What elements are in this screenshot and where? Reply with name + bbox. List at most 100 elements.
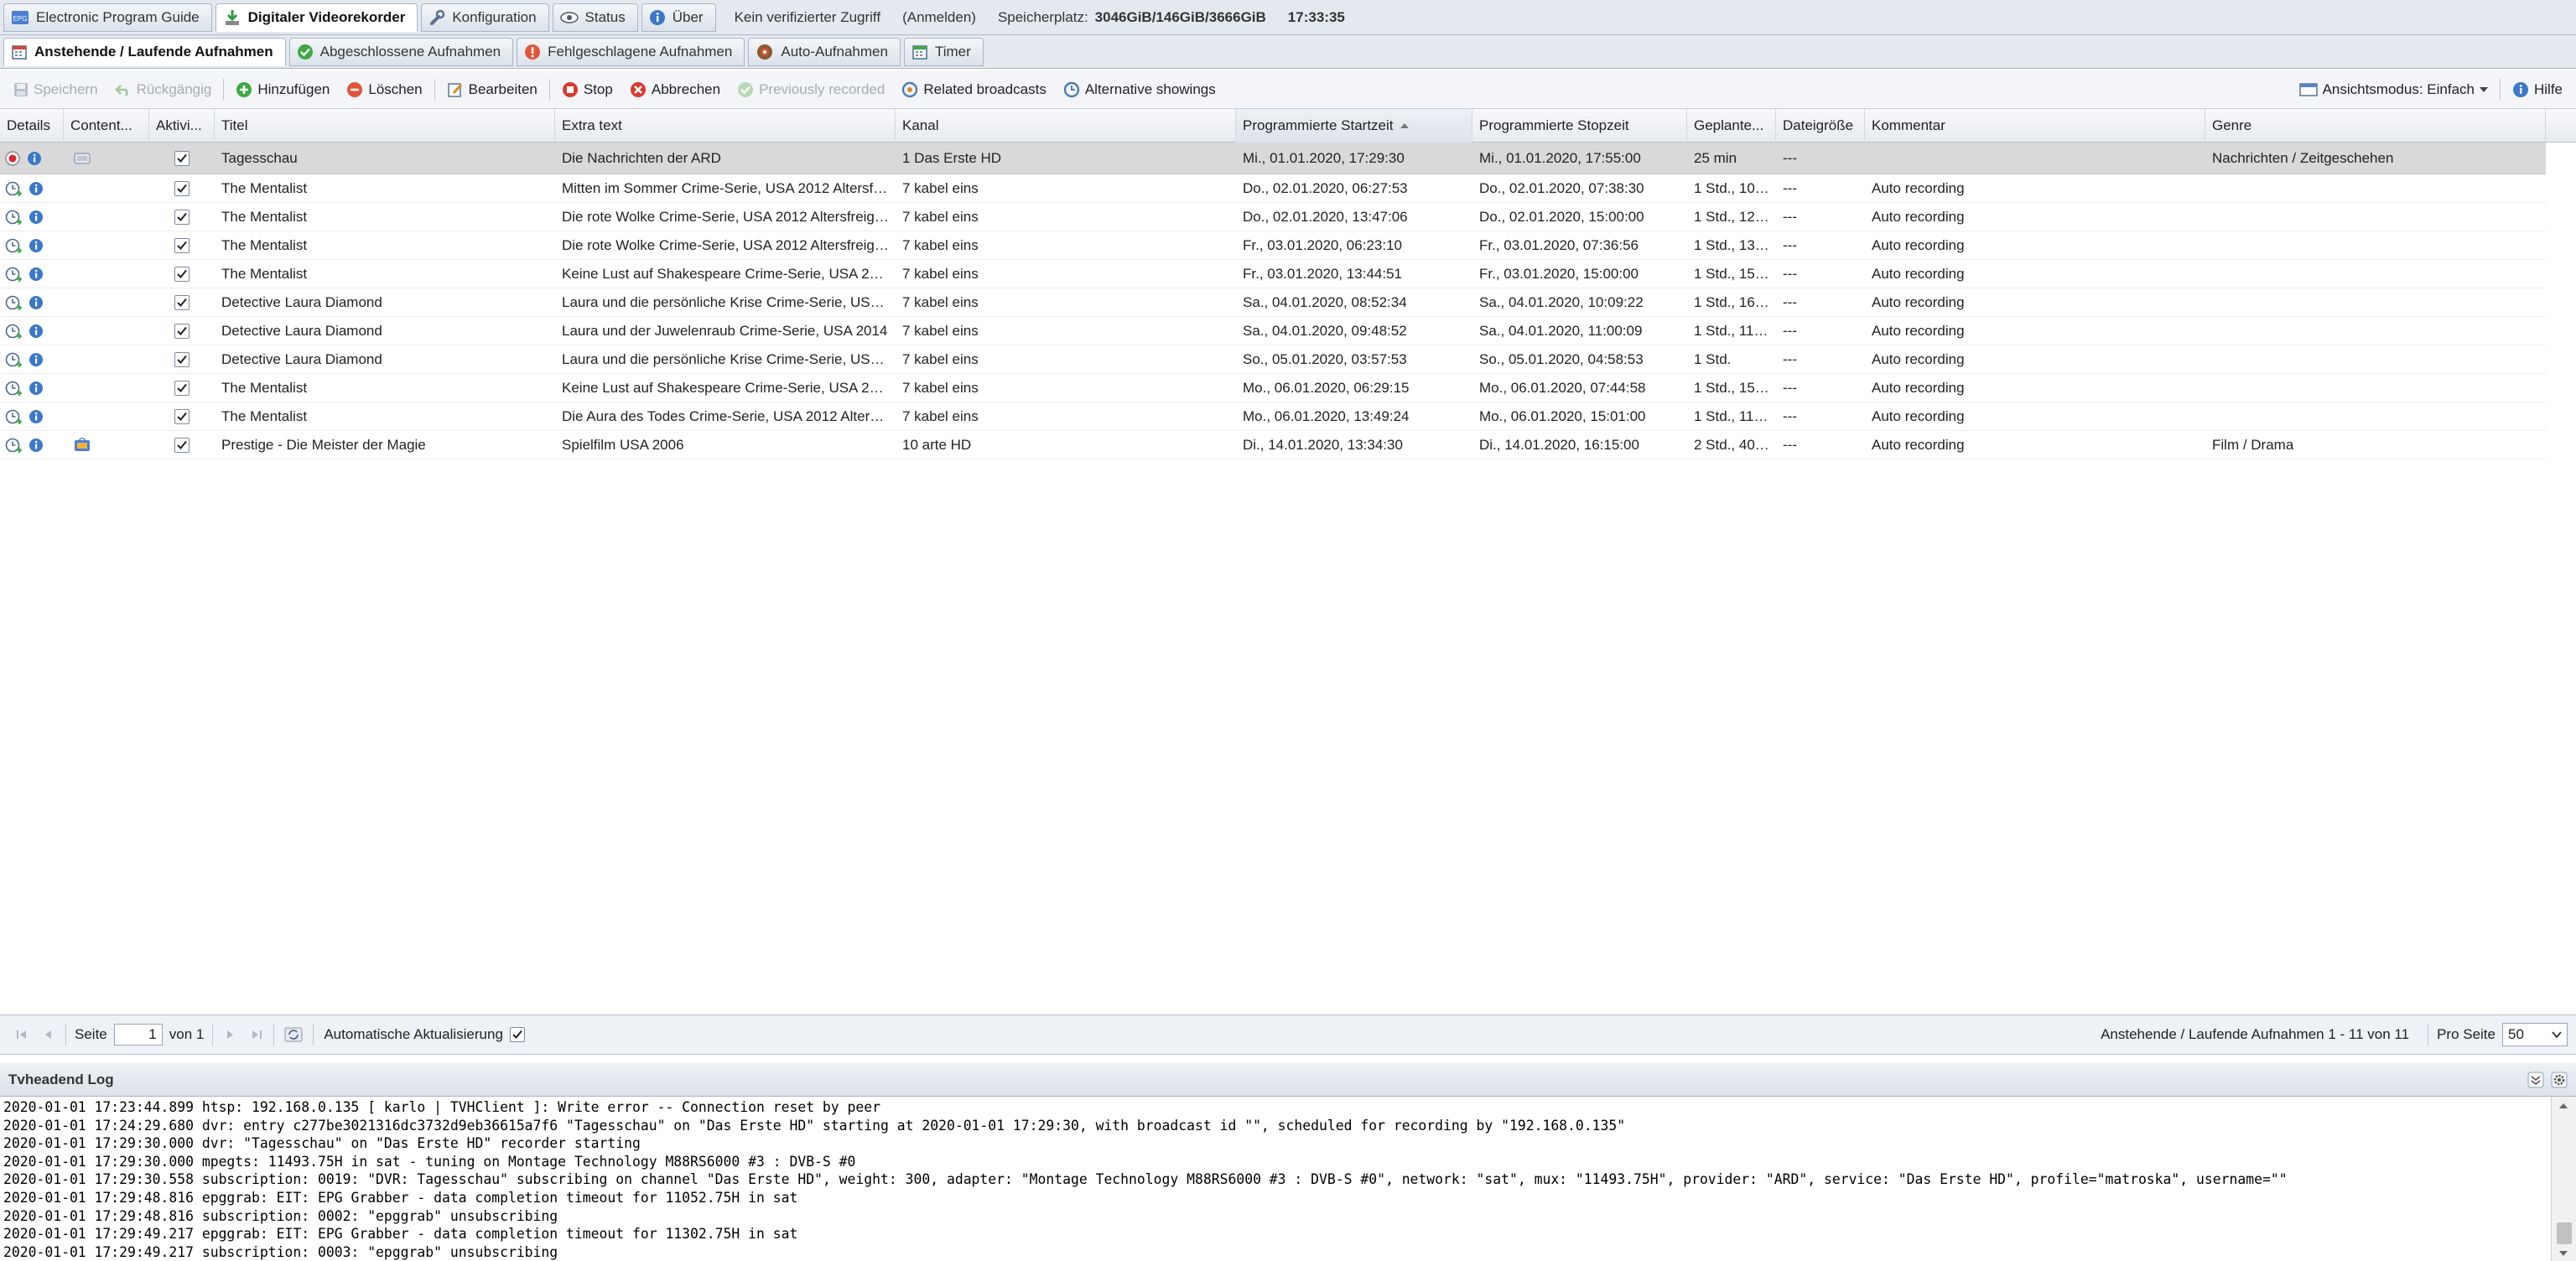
previously-recorded-button[interactable]: Previously recorded (729, 75, 893, 104)
per-page-select[interactable]: 50 (2502, 1023, 2568, 1046)
tab-about[interactable]: Über (641, 3, 716, 32)
enabled-checkbox[interactable] (174, 351, 190, 367)
cell-enabled (149, 380, 215, 396)
abort-button[interactable]: Abbrechen (621, 75, 729, 104)
column-header-channel[interactable]: Kanal (896, 109, 1236, 143)
collapse-icon[interactable] (2527, 1072, 2544, 1088)
cell-channel: 7 kabel eins (902, 265, 979, 282)
tab-status[interactable]: Status (552, 3, 638, 32)
pager-separator (212, 1024, 214, 1046)
enabled-checkbox[interactable] (174, 266, 190, 282)
enabled-checkbox[interactable] (174, 437, 190, 453)
scroll-down-icon[interactable] (2558, 1249, 2568, 1258)
view-mode-dropdown[interactable]: Ansichtsmodus: Einfach (2291, 75, 2496, 104)
add-button[interactable]: Hinzufügen (227, 75, 338, 104)
column-header-content[interactable]: Content... (64, 109, 149, 143)
previous-page-icon[interactable] (42, 1028, 55, 1041)
info-icon[interactable] (29, 352, 44, 367)
column-header-details[interactable]: Details (0, 109, 64, 143)
enabled-checkbox[interactable] (174, 150, 190, 166)
tab-epg[interactable]: EPG Electronic Program Guide (3, 3, 212, 32)
info-icon[interactable] (29, 267, 44, 282)
info-icon[interactable] (29, 381, 44, 396)
edit-button[interactable]: Bearbeiten (439, 75, 546, 104)
table-row[interactable]: The Mentalist Keine Lust auf Shakespeare … (0, 260, 2546, 288)
enabled-checkbox[interactable] (174, 323, 190, 339)
info-icon[interactable] (29, 181, 44, 196)
info-icon[interactable] (29, 324, 44, 339)
scroll-up-icon[interactable] (2558, 1102, 2568, 1110)
enabled-checkbox[interactable] (174, 408, 190, 424)
column-header-enabled[interactable]: Aktivi... (149, 109, 215, 143)
recording-icon (5, 150, 20, 166)
cell-details (0, 352, 64, 367)
column-header-filesize[interactable]: Dateigröße (1776, 109, 1865, 143)
first-page-icon[interactable] (15, 1028, 29, 1041)
cell-duration: 1 Std., 10 min (1694, 179, 1776, 196)
table-row[interactable]: Tagesschau Die Nachrichten der ARD 1 Das E… (0, 143, 2546, 174)
subtab-finished[interactable]: Abgeschlossene Aufnahmen (288, 37, 514, 66)
info-icon[interactable] (29, 238, 44, 253)
scrollbar-thumb[interactable] (2557, 1222, 2572, 1244)
column-header-stop-time[interactable]: Programmierte Stopzeit (1472, 109, 1687, 143)
column-header-title[interactable]: Titel (215, 109, 555, 143)
info-icon[interactable] (29, 409, 44, 424)
tab-dvr[interactable]: Digitaler Videorekorder (215, 3, 418, 32)
subtab-timer[interactable]: Timer (903, 37, 984, 66)
subtab-upcoming[interactable]: Anstehende / Laufende Aufnahmen (3, 37, 286, 66)
undo-button[interactable]: Rückgängig (106, 75, 221, 104)
log-line: 2020-01-01 17:29:49.217 subscription: 00… (3, 1243, 558, 1260)
pager-separator (273, 1024, 275, 1046)
scheduled-icon (5, 324, 22, 339)
table-row[interactable]: The Mentalist Keine Lust auf Shakespeare … (0, 374, 2546, 402)
save-button[interactable]: Speichern (5, 75, 106, 104)
subtab-failed[interactable]: Fehlgeschlagene Aufnahmen (517, 37, 745, 66)
cell-start-time: Fr., 03.01.2020, 13:44:51 (1243, 265, 1402, 282)
table-row[interactable]: Detective Laura Diamond Laura und die per… (0, 345, 2546, 374)
help-button[interactable]: Hilfe (2504, 75, 2571, 104)
cell-filesize: --- (1783, 350, 1797, 367)
log-line: 2020-01-01 17:29:48.816 epggrab: EIT: EP… (3, 1189, 798, 1206)
delete-button[interactable]: Löschen (338, 75, 430, 104)
stop-button[interactable]: Stop (553, 75, 621, 104)
column-header-genre[interactable]: Genre (2205, 109, 2546, 143)
column-header-comment[interactable]: Kommentar (1865, 109, 2205, 143)
table-row[interactable]: The Mentalist Die rote Wolke Crime-Serie,… (0, 231, 2546, 260)
auto-refresh-checkbox[interactable] (509, 1027, 525, 1042)
column-header-start-time[interactable]: Programmierte Startzeit (1236, 109, 1472, 143)
subtab-autorec[interactable]: Auto-Aufnahmen (748, 37, 901, 66)
info-icon[interactable] (29, 438, 44, 453)
info-icon[interactable] (29, 210, 44, 225)
alternative-showings-button[interactable]: Alternative showings (1055, 75, 1224, 104)
log-line: 2020-01-01 17:29:30.000 mpegts: 11493.75… (3, 1153, 856, 1170)
table-row[interactable]: The Mentalist Die Aura des Todes Crime-Se… (0, 402, 2546, 431)
info-icon[interactable] (27, 151, 42, 166)
enabled-checkbox[interactable] (174, 380, 190, 396)
page-number-input[interactable]: 1 (113, 1024, 163, 1046)
table-row[interactable]: The Mentalist Die rote Wolke Crime-Serie,… (0, 203, 2546, 231)
enabled-checkbox[interactable] (174, 180, 190, 196)
gear-icon[interactable] (2551, 1072, 2568, 1088)
login-link[interactable]: (Anmelden) (902, 9, 976, 26)
column-header-duration[interactable]: Geplante... (1687, 109, 1776, 143)
tab-config[interactable]: Konfiguration (421, 3, 549, 32)
log-panel-header: Tvheadend Log (0, 1063, 2576, 1097)
related-broadcasts-button[interactable]: Related broadcasts (893, 75, 1054, 104)
enabled-checkbox[interactable] (174, 237, 190, 253)
refresh-icon[interactable] (284, 1026, 303, 1043)
log-scrollbar[interactable] (2551, 1097, 2576, 1261)
table-row[interactable]: Detective Laura Diamond Laura und die per… (0, 288, 2546, 317)
next-page-icon[interactable] (223, 1028, 236, 1041)
table-row[interactable]: Prestige - Die Meister der Magie Spielfil… (0, 431, 2546, 459)
eye-icon (559, 11, 579, 24)
enabled-checkbox[interactable] (174, 209, 190, 225)
cell-channel: 7 kabel eins (902, 293, 979, 310)
table-row[interactable]: Detective Laura Diamond Laura und der Juw… (0, 317, 2546, 345)
info-icon[interactable] (29, 295, 44, 310)
log-title: Tvheadend Log (8, 1071, 114, 1087)
enabled-checkbox[interactable] (174, 294, 190, 310)
table-row[interactable]: The Mentalist Mitten im Sommer Crime-Seri… (0, 174, 2546, 203)
scheduled-icon (5, 295, 22, 310)
column-header-extra-text[interactable]: Extra text (555, 109, 896, 143)
last-page-icon[interactable] (250, 1028, 263, 1041)
